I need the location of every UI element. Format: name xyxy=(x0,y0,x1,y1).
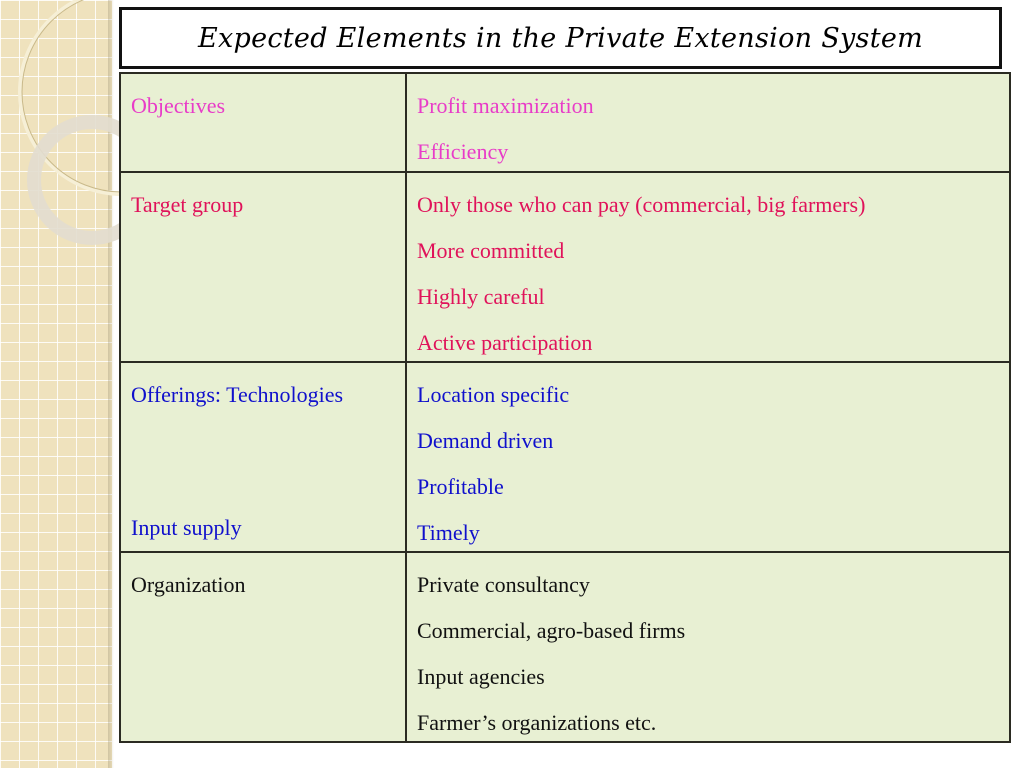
table-row-objectives: Objectives Profit maximization Efficienc… xyxy=(121,74,1009,171)
row-label: Offerings: Technologies xyxy=(131,382,344,407)
list-item: Highly careful xyxy=(417,284,545,309)
slide-title: Expected Elements in the Private Extensi… xyxy=(197,22,924,54)
list-item: Demand driven xyxy=(417,428,554,453)
list-item: More committed xyxy=(417,238,565,263)
title-box: Expected Elements in the Private Extensi… xyxy=(119,7,1002,69)
row-items-cell: Private consultancy Commercial, agro-bas… xyxy=(407,553,1009,741)
list-item: Commercial, agro-based firms xyxy=(417,618,686,643)
table-row-target-group: Target group Only those who can pay (com… xyxy=(121,171,1009,361)
row-items-cell: Only those who can pay (commercial, big … xyxy=(407,173,1009,361)
list-item: Location specific xyxy=(417,382,570,407)
row-label: Objectives xyxy=(131,93,226,118)
row-label-cell: Target group xyxy=(121,173,407,361)
row-items-cell: Location specific Demand driven Profitab… xyxy=(407,363,1009,551)
row-label: Target group xyxy=(131,192,244,217)
small-ring xyxy=(27,115,130,245)
list-item: Profit maximization xyxy=(417,93,594,118)
table-row-offerings: Offerings: Technologies Input supply Loc… xyxy=(121,361,1009,551)
list-item: Input agencies xyxy=(417,664,545,689)
list-item: Private consultancy xyxy=(417,572,590,597)
row-label-secondary: Input supply xyxy=(131,515,242,540)
table-row-organization: Organization Private consultancy Commerc… xyxy=(121,551,1009,741)
row-label-cell: Offerings: Technologies Input supply xyxy=(121,363,407,551)
row-items-cell: Profit maximization Efficiency xyxy=(407,74,1009,171)
list-item: Efficiency xyxy=(417,139,509,164)
elements-table: Objectives Profit maximization Efficienc… xyxy=(119,72,1011,743)
row-label: Organization xyxy=(131,572,246,597)
row-label-cell: Objectives xyxy=(121,74,407,171)
list-item: Only those who can pay (commercial, big … xyxy=(417,192,866,217)
decorative-circles xyxy=(18,0,130,245)
list-item: Timely xyxy=(417,520,480,545)
row-label-cell: Organization xyxy=(121,553,407,741)
list-item: Active participation xyxy=(417,330,593,355)
list-item: Farmer’s organizations etc. xyxy=(417,710,657,735)
list-item: Profitable xyxy=(417,474,504,499)
